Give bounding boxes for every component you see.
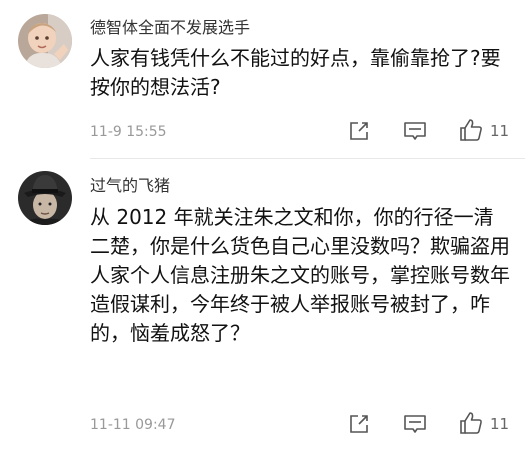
comment-text: 人家有钱凭什么不能过的好点，靠偷靠抢了?要按你的想法活? [90,46,501,99]
like-count[interactable]: 11 [490,415,509,433]
comment-item: 德智体全面不发展选手 人家有钱凭什么不能过的好点，靠偷靠抢了?要按你的想法活? … [0,0,525,158]
share-icon[interactable] [346,411,372,437]
comment-icon[interactable] [402,411,428,437]
comment-text: 从 2012 年就关注朱之文和你，你的行径一清二楚，你是什么货色自己心里没数吗？… [90,205,510,345]
user-avatar[interactable] [18,14,72,68]
thumbs-up-icon[interactable] [458,410,484,436]
man-in-hat-avatar-icon [18,171,72,225]
username[interactable]: 过气的飞猪 [90,172,170,196]
user-avatar[interactable] [18,171,72,225]
like-count[interactable]: 11 [490,122,509,140]
comment-icon[interactable] [402,118,428,144]
thumbs-up-icon[interactable] [458,117,484,143]
share-icon[interactable] [346,118,372,144]
username[interactable]: 德智体全面不发展选手 [90,14,250,38]
baby-photo-avatar-icon [18,14,72,68]
timestamp: 11-9 15:55 [90,124,167,140]
comment-item: 过气的飞猪 从 2012 年就关注朱之文和你，你的行径一清二楚，你是什么货色自己… [0,159,525,454]
timestamp: 11-11 09:47 [90,417,176,433]
